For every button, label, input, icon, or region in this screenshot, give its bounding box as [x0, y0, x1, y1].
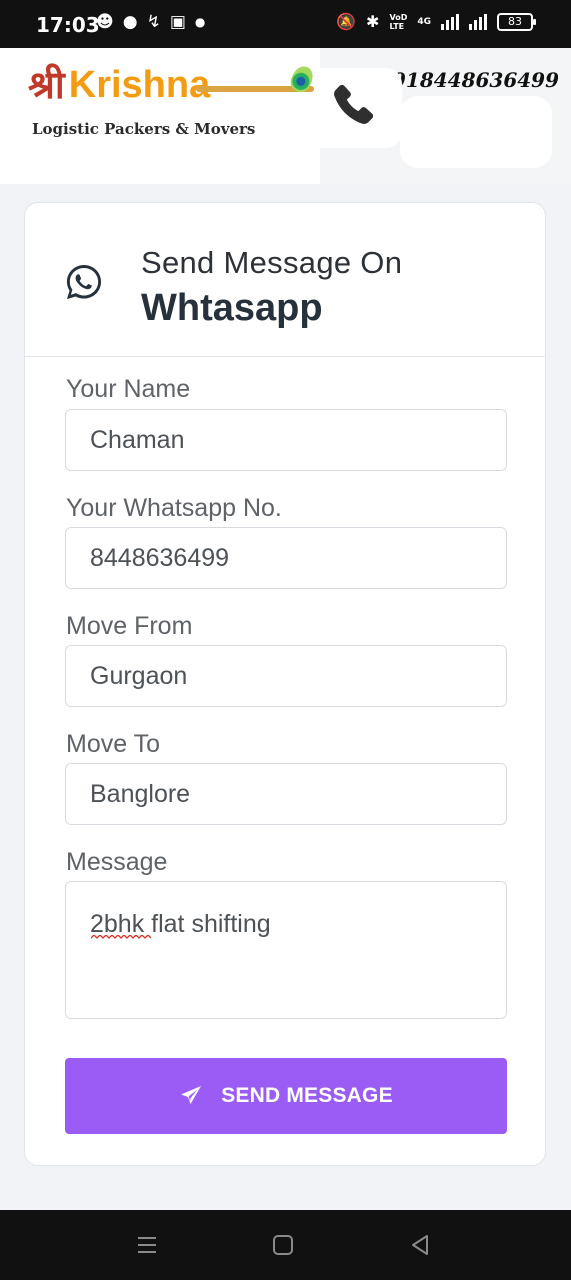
bluetooth-icon: ✱ [366, 12, 380, 31]
network-label: VoD LTE [389, 13, 407, 31]
logo-tagline: Logistic Packers & Movers [32, 120, 256, 138]
name-input[interactable] [65, 409, 507, 471]
battery-icon: 83 [497, 12, 536, 31]
phone-button[interactable] [320, 68, 402, 148]
site-header: श्री Krishna Logistic Packers & Movers 9… [0, 48, 571, 184]
system-nav-bar [0, 1210, 571, 1280]
notification-icons: ☻ ● ↯ ▣ ● [96, 12, 205, 32]
logo-shri: श्री [28, 62, 65, 107]
move-from-label: Move From [66, 612, 193, 640]
phone-contact[interactable]: 918448636499 [320, 48, 571, 184]
activity-icon: ↯ [146, 12, 161, 32]
snapchat-icon: ☻ [96, 12, 114, 32]
network-type: 4G [417, 16, 431, 27]
send-message-label: SEND MESSAGE [221, 1084, 393, 1107]
heading-line2: Whtasapp [141, 287, 323, 329]
phone-number[interactable]: 918448636499 [392, 68, 559, 92]
logo-krishna: Krishna [68, 64, 211, 106]
menu-icon[interactable] [132, 1230, 162, 1260]
send-message-button[interactable]: SEND MESSAGE [65, 1058, 507, 1134]
status-bar: 17:03 ☻ ● ↯ ▣ ● 🔕 ✱ VoD LTE 4G 83 [0, 0, 571, 48]
logo[interactable]: श्री Krishna Logistic Packers & Movers [28, 62, 328, 172]
whatsapp-form-card: Send Message On Whtasapp Your Name Your … [24, 202, 546, 1166]
status-time: 17:03 [36, 13, 100, 37]
move-to-input[interactable] [65, 763, 507, 825]
whatsapp-number-input[interactable] [65, 527, 507, 589]
paper-plane-icon [181, 1086, 202, 1104]
status-right: 🔕 ✱ VoD LTE 4G 83 [336, 12, 536, 31]
dot-icon: ● [194, 15, 206, 29]
name-label: Your Name [66, 375, 191, 403]
mute-icon: 🔕 [336, 12, 357, 31]
signal-icon-2 [469, 13, 487, 30]
form-heading: Send Message On Whtasapp [25, 203, 545, 357]
whatsapp-icon [66, 264, 102, 300]
network-label-bottom: LTE [389, 21, 405, 31]
chat-bubble-icon: ● [122, 12, 138, 32]
move-from-input[interactable] [65, 645, 507, 707]
message-label: Message [66, 848, 168, 876]
instagram-icon: ▣ [169, 12, 186, 32]
network-label-top: VoD [389, 12, 408, 22]
whatsapp-number-label: Your Whatsapp No. [66, 494, 282, 522]
home-icon[interactable] [268, 1230, 298, 1260]
phone-handset-icon [334, 84, 374, 124]
spellcheck-underline [91, 935, 152, 939]
signal-icon [441, 13, 459, 30]
move-to-label: Move To [66, 730, 161, 758]
message-textarea[interactable]: 2bhk flat shifting [65, 881, 507, 1019]
heading-line1: Send Message On [141, 245, 403, 280]
phone-card [400, 96, 552, 168]
back-icon[interactable] [405, 1230, 435, 1260]
